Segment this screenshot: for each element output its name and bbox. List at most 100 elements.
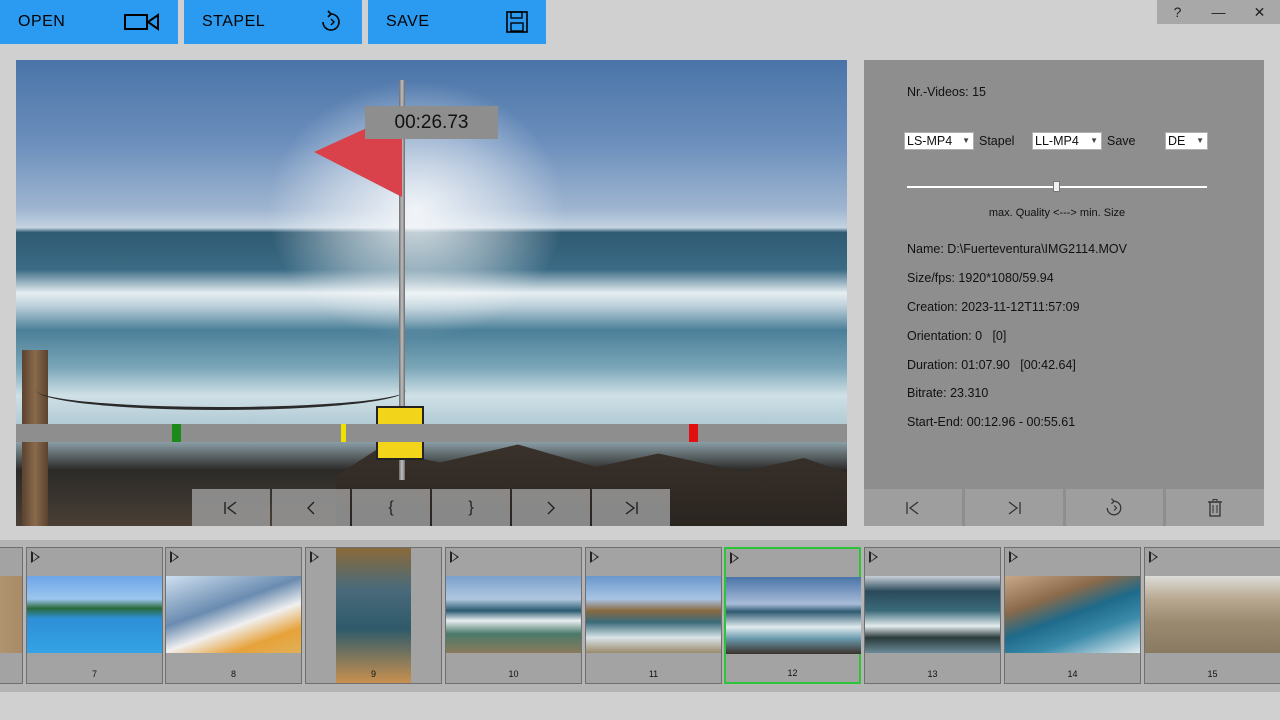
chevron-left-icon — [307, 501, 315, 514]
delete-button[interactable] — [1166, 489, 1264, 526]
stapel-label: STAPEL — [202, 13, 266, 30]
batch-add-button[interactable] — [1065, 489, 1164, 526]
batch-refresh-icon — [318, 9, 344, 35]
chevron-down-icon: ▼ — [1090, 136, 1098, 145]
help-button[interactable]: ? — [1157, 0, 1198, 24]
floppy-disk-icon — [506, 11, 528, 33]
play-icon — [1149, 551, 1158, 563]
stapel-format-label: Stapel — [979, 134, 1015, 148]
start-marker[interactable] — [172, 424, 181, 442]
save-format-select[interactable]: LL-MP4 ▼ — [1032, 132, 1102, 150]
open-label: OPEN — [18, 13, 66, 30]
play-icon — [170, 551, 179, 563]
skip-start-icon — [906, 500, 919, 515]
chevron-down-icon: ▼ — [1196, 136, 1204, 145]
save-format-value: LL-MP4 — [1035, 134, 1079, 148]
thumbnail-image — [336, 548, 411, 683]
quality-slider-caption: max. Quality <---> min. Size — [988, 207, 1126, 219]
start-end: Start-End: 00:12.96 - 00:55.61 — [907, 415, 1076, 429]
set-start-button[interactable]: { — [352, 489, 430, 526]
stapel-format-select[interactable]: LS-MP4 ▼ — [904, 132, 974, 150]
thumbnail-image — [446, 576, 581, 653]
thumbnail-number: 9 — [370, 669, 376, 679]
playback-controls: { } — [192, 489, 672, 526]
thumbnail-item-selected[interactable]: 12 — [724, 547, 861, 684]
play-icon — [869, 551, 878, 563]
skip-start-icon — [224, 500, 237, 515]
skip-end-icon — [1008, 500, 1021, 515]
video-frame-rope — [36, 370, 406, 410]
stapel-format-value: LS-MP4 — [907, 134, 953, 148]
thumbnail-item[interactable]: 8 — [165, 547, 302, 684]
go-to-start-button[interactable] — [192, 489, 270, 526]
creation-date: Creation: 2023-11-12T11:57:09 — [907, 300, 1080, 314]
thumbnail-item[interactable]: 10 — [445, 547, 582, 684]
thumbnail-image — [0, 576, 22, 653]
thumbnail-number: 15 — [1207, 669, 1218, 679]
thumbnail-item[interactable]: 7 — [26, 547, 163, 684]
set-end-button[interactable]: } — [432, 489, 510, 526]
trash-icon — [1208, 498, 1223, 517]
info-panel: Nr.-Videos: 15 LS-MP4 ▼ Stapel LL-MP4 ▼ Sa… — [864, 60, 1264, 526]
thumbnail-item[interactable]: 9 — [305, 547, 442, 684]
save-format-label: Save — [1107, 134, 1136, 148]
thumbnail-number: 11 — [648, 669, 659, 679]
play-icon — [450, 551, 459, 563]
timecode-display: 00:26.73 — [365, 106, 498, 139]
video-preview[interactable]: 00:26.73 { } — [16, 60, 847, 526]
thumbnail-number: 10 — [508, 669, 519, 679]
thumbnail-image — [166, 576, 301, 653]
play-icon — [590, 551, 599, 563]
thumbnail-number: 13 — [927, 669, 938, 679]
save-button[interactable]: SAVE — [368, 0, 546, 44]
open-button[interactable]: OPEN — [0, 0, 178, 44]
thumbnail-number: 8 — [230, 669, 236, 679]
orientation: Orientation: 0 [0] — [907, 329, 1007, 343]
thumbnail-item[interactable]: 15 — [1144, 547, 1280, 684]
play-icon — [730, 552, 739, 564]
thumbnail-image — [1005, 576, 1140, 653]
thumbnail-image — [726, 577, 861, 654]
minimize-button[interactable]: — — [1198, 0, 1239, 24]
play-icon — [1009, 551, 1018, 563]
panel-actions — [864, 489, 1264, 526]
save-label: SAVE — [386, 13, 430, 30]
previous-video-button[interactable] — [864, 489, 962, 526]
language-select[interactable]: DE ▼ — [1165, 132, 1208, 150]
chevron-down-icon: ▼ — [962, 136, 970, 145]
thumbnail-item[interactable]: 13 — [864, 547, 1001, 684]
chevron-right-icon — [547, 501, 555, 514]
stapel-button[interactable]: STAPEL — [184, 0, 362, 44]
play-icon — [310, 551, 319, 563]
timeline-bar[interactable] — [16, 424, 847, 442]
thumbnail-partial[interactable] — [0, 547, 23, 684]
end-marker[interactable] — [689, 424, 698, 442]
window-controls: ? — ✕ — [1157, 0, 1280, 24]
video-camera-icon — [124, 12, 160, 32]
thumbnail-number: 14 — [1067, 669, 1078, 679]
thumbnail-strip[interactable]: 7 8 9 10 11 12 13 14 15 — [0, 540, 1280, 692]
thumbnail-image — [27, 576, 162, 653]
batch-refresh-icon — [1106, 497, 1122, 515]
skip-end-icon — [625, 500, 638, 515]
position-marker[interactable] — [341, 424, 346, 442]
video-count: Nr.-Videos: 15 — [907, 85, 986, 99]
quality-slider-thumb[interactable] — [1053, 181, 1060, 192]
play-icon — [31, 551, 40, 563]
bitrate: Bitrate: 23.310 — [907, 386, 989, 400]
thumbnail-image — [586, 576, 721, 653]
file-name: Name: D:\Fuerteventura\IMG2114.MOV — [907, 242, 1127, 256]
next-video-button[interactable] — [964, 489, 1063, 526]
close-button[interactable]: ✕ — [1239, 0, 1280, 24]
thumbnail-image — [1145, 576, 1280, 653]
size-fps: Size/fps: 1920*1080/59.94 — [907, 271, 1054, 285]
duration: Duration: 01:07.90 [00:42.64] — [907, 358, 1076, 372]
thumbnail-item[interactable]: 11 — [585, 547, 722, 684]
language-value: DE — [1168, 134, 1186, 148]
thumbnail-number: 12 — [787, 668, 798, 678]
thumbnail-number: 7 — [91, 669, 97, 679]
step-back-button[interactable] — [272, 489, 350, 526]
go-to-end-button[interactable] — [592, 489, 670, 526]
thumbnail-item[interactable]: 14 — [1004, 547, 1141, 684]
step-forward-button[interactable] — [512, 489, 590, 526]
